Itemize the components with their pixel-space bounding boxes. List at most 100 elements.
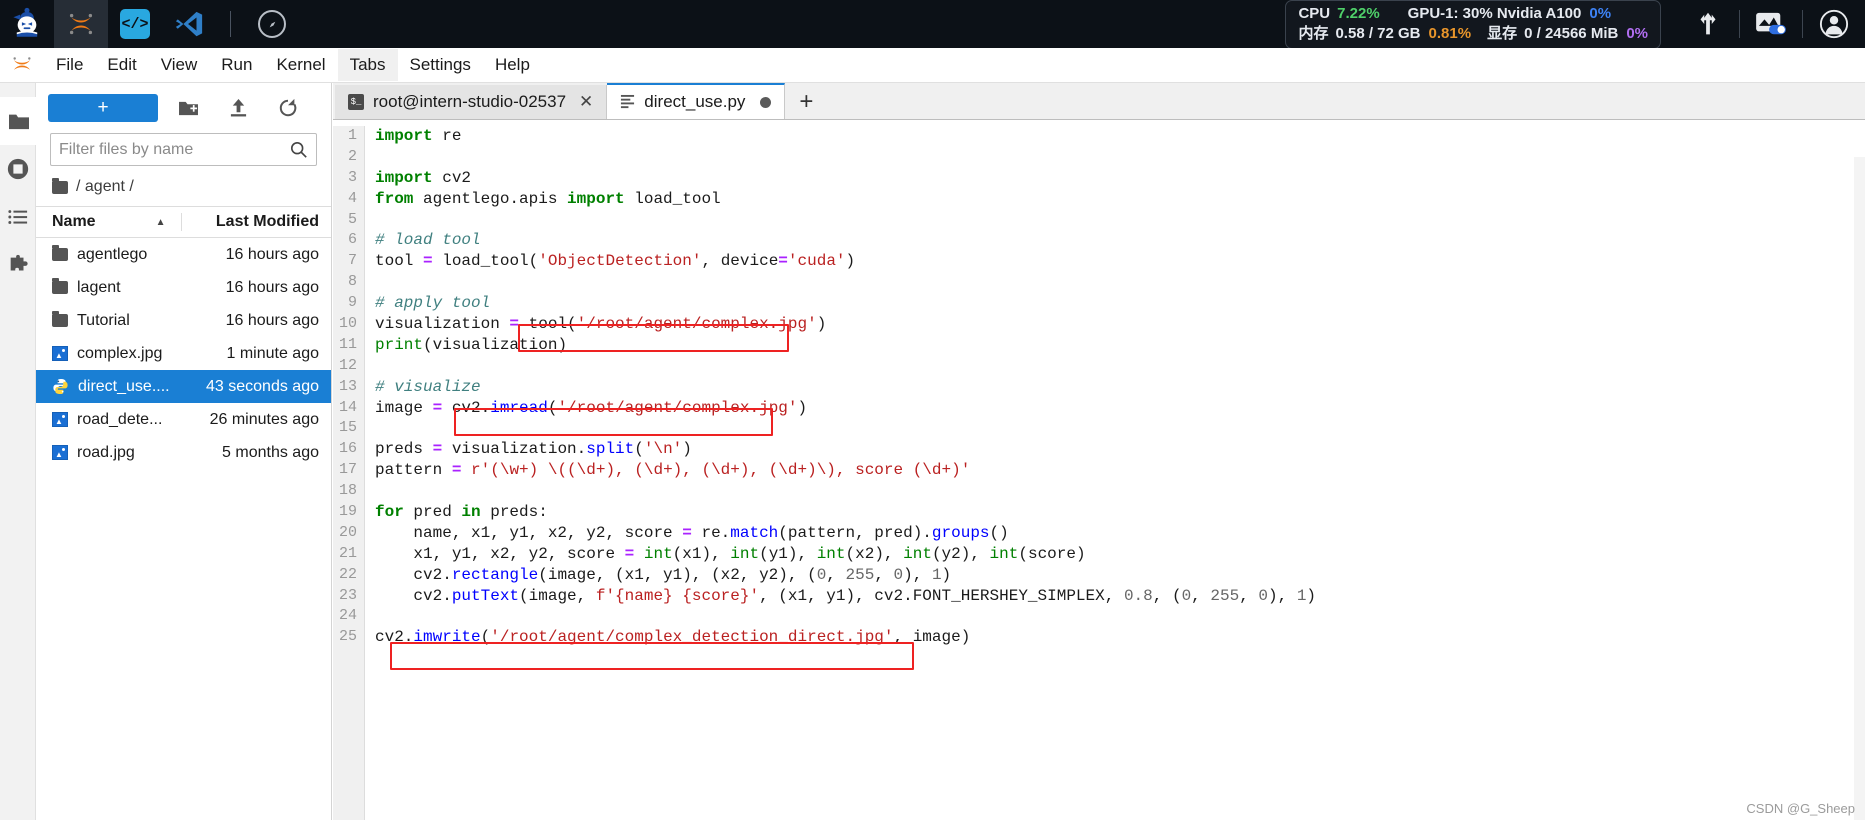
- code-editor[interactable]: 1 2 3 4 5 6 7 8 9 10 11 12 13 14 15 16 17 18 19 20 21 22 23 24 2…: [333, 120, 1865, 820]
- gpu-toggle-button[interactable]: [1740, 0, 1802, 48]
- vertical-scrollbar[interactable]: [1854, 157, 1865, 820]
- compass-icon: [258, 10, 286, 38]
- line-number: 20: [338, 523, 357, 541]
- filter-box[interactable]: [50, 133, 317, 166]
- sidebar-item-file-browser[interactable]: [0, 97, 36, 145]
- code-line[interactable]: [375, 210, 1865, 231]
- code-token: import: [375, 168, 433, 187]
- list-item-selected[interactable]: direct_use.... 43 seconds ago: [36, 370, 331, 403]
- code-line[interactable]: # visualize: [375, 377, 1865, 398]
- code-server-button[interactable]: </>: [108, 0, 162, 48]
- code-token: {name} {score}: [615, 586, 750, 605]
- menu-view[interactable]: View: [149, 49, 210, 81]
- sort-ascending-icon: ▲: [155, 216, 166, 228]
- sidebar-item-toc[interactable]: [0, 193, 36, 241]
- code-line[interactable]: import re: [375, 126, 1865, 147]
- breadcrumb[interactable]: / agent /: [36, 166, 331, 206]
- code-line[interactable]: import cv2: [375, 168, 1865, 189]
- vram-percent: 0%: [1626, 24, 1648, 42]
- intern-small-logo-icon: [13, 57, 31, 70]
- code-line[interactable]: cv2.putText(image, f'{name} {score}', (x…: [375, 586, 1865, 607]
- refresh-button[interactable]: [268, 92, 308, 124]
- code-line[interactable]: image = cv2.imread('/root/agent/complex.…: [375, 398, 1865, 419]
- code-line[interactable]: [375, 481, 1865, 502]
- menu-file[interactable]: File: [44, 49, 95, 81]
- line-number: 2: [347, 147, 357, 165]
- code-line[interactable]: for pred in preds:: [375, 502, 1865, 523]
- top-status-bar: </> CPU 7.22% GPU-1: 30% Nvidia A100 0%: [0, 0, 1865, 49]
- list-item[interactable]: agentlego 16 hours ago: [36, 238, 331, 271]
- code-line[interactable]: cv2.imwrite('/root/agent/complex_detecti…: [375, 627, 1865, 648]
- code-token: '/root/agent/complex_detection_direct.jp…: [490, 628, 894, 647]
- code-line[interactable]: preds = visualization.split('\n'): [375, 439, 1865, 460]
- code-line[interactable]: print(visualization): [375, 335, 1865, 356]
- code-line[interactable]: # load tool: [375, 230, 1865, 251]
- line-number: 1: [347, 127, 357, 144]
- code-content[interactable]: import re import cv2 from agentlego.apis …: [365, 126, 1865, 820]
- code-line[interactable]: name, x1, y1, x2, y2, score = re.match(p…: [375, 523, 1865, 544]
- tab-label: direct_use.py: [644, 92, 746, 111]
- menu-edit[interactable]: Edit: [95, 49, 148, 81]
- memory-value: 0.58 / 72 GB: [1335, 24, 1421, 42]
- code-line[interactable]: x1, y1, x2, y2, score = int(x1), int(y1)…: [375, 544, 1865, 565]
- code-line[interactable]: [375, 147, 1865, 168]
- folder-icon: [52, 278, 68, 294]
- menu-help[interactable]: Help: [483, 49, 542, 81]
- line-number: 16: [338, 440, 357, 458]
- column-header-modified[interactable]: Last Modified: [181, 213, 331, 231]
- tab-direct-use-py[interactable]: direct_use.py: [607, 83, 786, 119]
- code-line[interactable]: # apply tool: [375, 293, 1865, 314]
- code-line[interactable]: pattern = r'(\w+) \((\d+), (\d+), (\d+),…: [375, 460, 1865, 481]
- list-item[interactable]: road_dete... 26 minutes ago: [36, 403, 331, 436]
- code-token: match: [730, 523, 779, 542]
- account-button[interactable]: [1803, 0, 1865, 48]
- code-token: , device: [701, 252, 779, 271]
- code-token: 0: [1258, 586, 1268, 605]
- unsaved-indicator-icon[interactable]: [760, 96, 772, 108]
- code-line[interactable]: visualization = tool('/root/agent/comple…: [375, 314, 1865, 335]
- list-item[interactable]: Tutorial 16 hours ago: [36, 304, 331, 337]
- intern-robot-logo-button[interactable]: [0, 0, 54, 48]
- close-icon[interactable]: ✕: [579, 92, 593, 112]
- filter-wrapper: [36, 133, 331, 166]
- code-line[interactable]: [375, 356, 1865, 377]
- code-line[interactable]: cv2.rectangle(image, (x1, y1), (x2, y2),…: [375, 565, 1865, 586]
- line-number: 23: [338, 586, 357, 604]
- line-number: 19: [338, 503, 357, 521]
- code-line[interactable]: [375, 418, 1865, 439]
- new-folder-button[interactable]: [168, 92, 208, 124]
- code-line[interactable]: [375, 606, 1865, 627]
- code-token: 1: [931, 565, 942, 584]
- code-token: ): [845, 252, 856, 271]
- code-line[interactable]: tool = load_tool('ObjectDetection', devi…: [375, 251, 1865, 272]
- code-token: (): [989, 523, 1009, 542]
- upload-arrow-button[interactable]: [1677, 0, 1739, 48]
- menu-kernel[interactable]: Kernel: [264, 49, 337, 81]
- main-area: $_ root@intern-studio-02537 ✕ direct_use…: [333, 83, 1865, 820]
- menu-tabs[interactable]: Tabs: [337, 49, 398, 81]
- tab-terminal[interactable]: $_ root@intern-studio-02537 ✕: [335, 85, 608, 119]
- column-header-name[interactable]: Name ▲: [36, 213, 181, 231]
- list-item[interactable]: complex.jpg 1 minute ago: [36, 337, 331, 370]
- list-item[interactable]: road.jpg 5 months ago: [36, 436, 331, 469]
- search-input[interactable]: [59, 140, 290, 159]
- code-token: cv2: [432, 168, 472, 187]
- menu-settings[interactable]: Settings: [398, 49, 483, 81]
- sidebar-item-running[interactable]: [0, 145, 36, 193]
- code-line[interactable]: [375, 272, 1865, 293]
- code-token: 'cuda': [787, 252, 846, 271]
- menu-run[interactable]: Run: [209, 49, 264, 81]
- code-token: 255: [845, 565, 875, 584]
- new-launcher-button[interactable]: +: [48, 94, 158, 122]
- file-name: road.jpg: [77, 443, 135, 461]
- new-tab-button[interactable]: +: [785, 85, 827, 119]
- intern-studio-logo-button[interactable]: [54, 0, 108, 48]
- upload-files-button[interactable]: [218, 92, 258, 124]
- list-item[interactable]: lagent 16 hours ago: [36, 271, 331, 304]
- code-token: ): [1306, 586, 1317, 605]
- code-token: pred: [403, 503, 462, 522]
- compass-button[interactable]: [245, 0, 299, 48]
- vscode-button[interactable]: [162, 0, 216, 48]
- sidebar-item-extensions[interactable]: [0, 241, 36, 289]
- code-line[interactable]: from agentlego.apis import load_tool: [375, 189, 1865, 210]
